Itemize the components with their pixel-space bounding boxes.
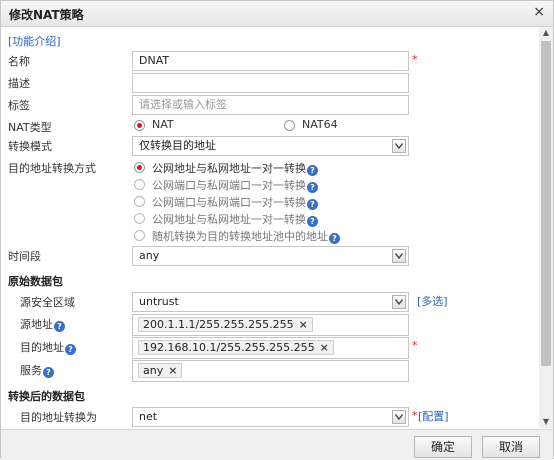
nat-type-option-nat[interactable]: NAT [152,118,174,131]
dest-method-option-4[interactable]: 公网地址与私网地址一对一转换? [152,211,318,227]
description-input[interactable] [132,73,409,93]
service-label: 服务? [20,362,54,378]
service-tag-text: any [143,364,164,377]
convert-mode-select[interactable]: 仅转换目的地址 [132,136,409,156]
help-icon[interactable]: ? [307,165,318,176]
dest-method-option-3[interactable]: 公网端口与私网端口一对一转换? [152,194,318,210]
scrollbar-thumb[interactable] [541,41,551,366]
dialog-title: 修改NAT策略 [9,8,84,22]
help-icon[interactable]: ? [65,344,76,355]
vertical-scrollbar[interactable]: ▲ ▼ [539,27,553,428]
help-icon[interactable]: ? [329,233,340,244]
dialog-titlebar: 修改NAT策略 × [1,1,553,27]
dest-method-option-3-text: 公网端口与私网端口一对一转换 [152,196,306,209]
name-label: 名称 [8,55,30,68]
remove-icon[interactable]: × [168,364,177,377]
nat-type-option-nat64[interactable]: NAT64 [302,118,338,131]
source-address-tag: 200.1.1.1/255.255.255.255 × [138,317,313,332]
convert-mode-value: 仅转换目的地址 [139,139,216,152]
remove-icon[interactable]: × [320,341,329,354]
scroll-up-arrow-icon[interactable]: ▲ [539,27,553,39]
cancel-button[interactable]: 取消 [482,436,540,458]
translated-packet-section-title: 转换后的数据包 [8,390,85,403]
feature-intro-link[interactable]: [功能介绍] [8,33,61,49]
service-input[interactable]: any × [132,360,409,382]
dest-method-radio-2[interactable] [134,179,145,190]
help-icon[interactable]: ? [54,321,65,332]
original-packet-section-title: 原始数据包 [8,275,63,288]
time-range-select[interactable]: any [132,246,409,266]
nat-policy-dialog: 修改NAT策略 × [功能介绍] 名称 DNAT * 描述 标签 请选择或输入标… [0,0,554,460]
dest-method-radio-5[interactable] [134,230,145,241]
chevron-down-icon[interactable] [392,139,406,153]
tags-label: 标签 [8,99,30,112]
dest-convert-method-label: 目的地址转换方式 [8,162,96,175]
service-label-text: 服务 [20,364,42,377]
source-address-label: 源地址? [20,316,65,332]
chevron-down-icon[interactable] [392,295,406,309]
dest-method-option-5[interactable]: 随机转换为目的转换地址池中的地址? [152,228,340,244]
help-icon[interactable]: ? [307,199,318,210]
name-value: DNAT [139,54,170,67]
dest-address-input[interactable]: 192.168.10.1/255.255.255.255 × [132,337,409,359]
dialog-content: [功能介绍] 名称 DNAT * 描述 标签 请选择或输入标签 NAT类型 NA… [1,27,538,428]
source-address-label-text: 源地址 [20,318,53,331]
remove-icon[interactable]: × [299,318,308,331]
source-zone-select[interactable]: untrust [132,292,409,312]
dest-translate-to-label: 目的地址转换为 [20,411,97,424]
tags-input[interactable]: 请选择或输入标签 [132,95,409,115]
dest-method-option-5-text: 随机转换为目的转换地址池中的地址 [152,230,328,243]
dest-method-radio-1[interactable] [134,162,145,173]
nat-type-radio-nat64[interactable] [284,120,295,131]
help-icon[interactable]: ? [43,367,54,378]
dest-address-tag: 192.168.10.1/255.255.255.255 × [138,340,334,355]
dest-method-option-2-text: 公网端口与私网端口一对一转换 [152,179,306,192]
name-input[interactable]: DNAT [132,51,409,71]
time-range-label: 时间段 [8,250,41,263]
close-icon[interactable]: × [533,4,545,20]
dest-method-option-4-text: 公网地址与私网地址一对一转换 [152,213,306,226]
dest-method-option-1-text: 公网地址与私网地址一对一转换 [152,162,306,175]
dest-translate-to-select[interactable]: net [132,407,409,427]
time-range-value: any [139,249,160,262]
dest-address-tag-text: 192.168.10.1/255.255.255.255 [143,341,315,354]
source-zone-value: untrust [139,295,179,308]
service-tag: any × [138,363,183,378]
ok-button[interactable]: 确定 [414,436,472,458]
dest-address-label-text: 目的地址 [20,341,64,354]
convert-mode-label: 转换模式 [8,140,52,153]
nat-type-radio-nat[interactable] [134,120,145,131]
source-zone-label: 源安全区域 [20,296,75,309]
dest-translate-to-required-mark: * [412,409,418,422]
chevron-down-icon[interactable] [392,410,406,424]
help-icon[interactable]: ? [307,216,318,227]
source-address-tag-text: 200.1.1.1/255.255.255.255 [143,318,294,331]
tags-placeholder: 请选择或输入标签 [139,98,227,111]
source-address-input[interactable]: 200.1.1.1/255.255.255.255 × [132,314,409,336]
scroll-down-arrow-icon[interactable]: ▼ [539,416,553,428]
nat-type-label: NAT类型 [8,121,52,134]
dest-address-required-mark: * [412,339,418,352]
dest-method-radio-4[interactable] [134,213,145,224]
dest-translate-to-value: net [139,410,158,423]
name-required-mark: * [412,53,418,66]
dest-method-option-1[interactable]: 公网地址与私网地址一对一转换? [152,160,318,176]
help-icon[interactable]: ? [307,182,318,193]
dest-method-option-2[interactable]: 公网端口与私网端口一对一转换? [152,177,318,193]
configure-link[interactable]: [配置] [418,408,449,424]
dest-method-radio-3[interactable] [134,196,145,207]
description-label: 描述 [8,77,30,90]
multi-select-link[interactable]: [多选] [417,293,448,309]
chevron-down-icon[interactable] [392,249,406,263]
dialog-footer: 确定 取消 [1,429,553,460]
dest-address-label: 目的地址? [20,339,76,355]
